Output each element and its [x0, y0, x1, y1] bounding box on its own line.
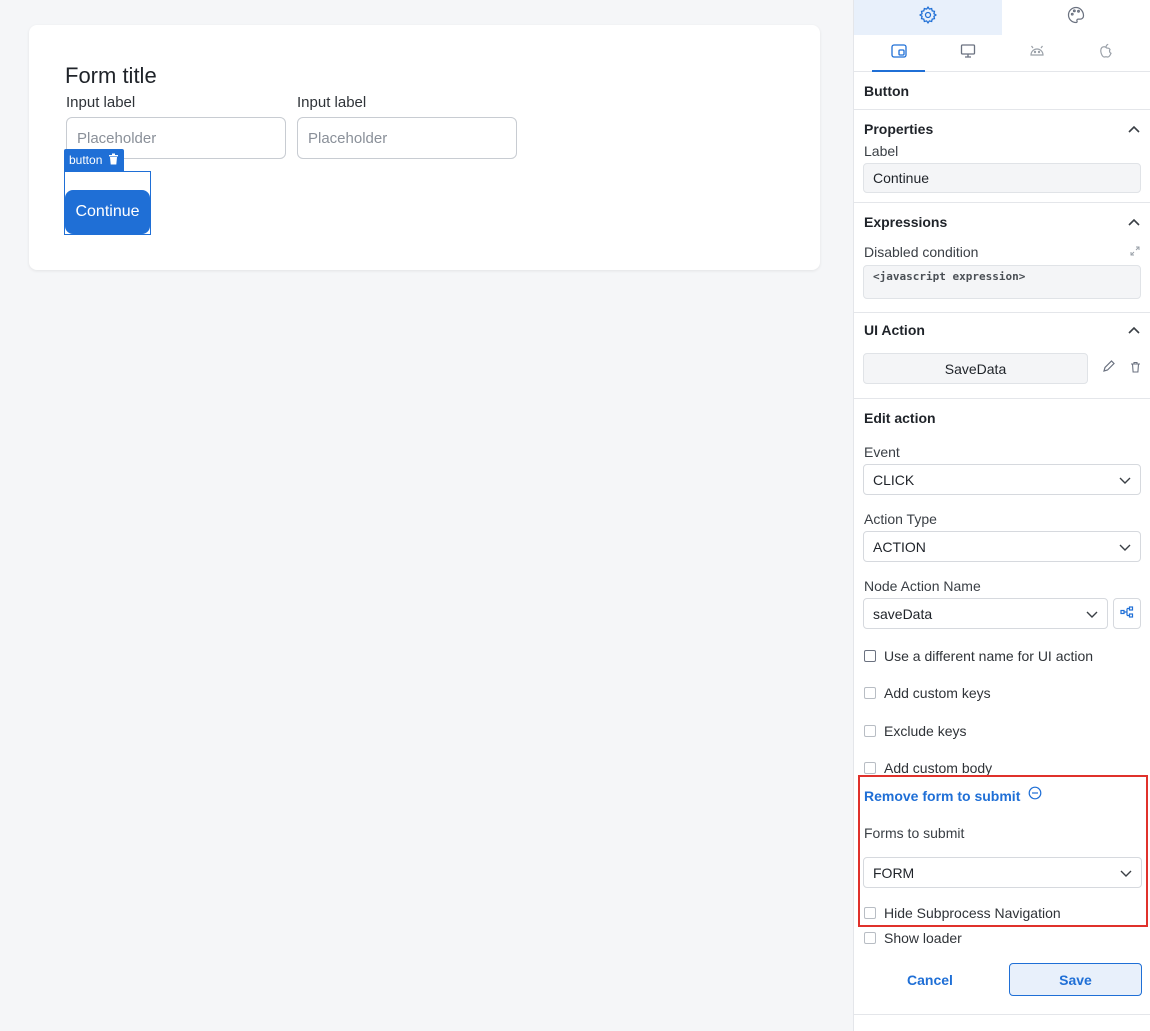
palette-icon	[1066, 5, 1086, 30]
expressions-section-header[interactable]: Expressions	[854, 203, 1150, 240]
apple-icon	[1099, 43, 1113, 64]
selection-tag-label: button	[69, 153, 103, 167]
desktop-icon	[960, 43, 976, 63]
node-action-caption: Node Action Name	[864, 578, 981, 594]
tab-platform-android[interactable]	[1002, 35, 1071, 71]
label-input[interactable]: Continue	[863, 163, 1141, 193]
expand-icon[interactable]	[1130, 243, 1140, 261]
properties-sidebar: Button Properties Label Continue Express…	[853, 0, 1150, 1031]
section-title: Properties	[864, 120, 934, 137]
remove-form-label: Remove form to submit	[864, 787, 1021, 804]
edit-icon[interactable]	[1102, 359, 1116, 378]
selection-tag: button	[64, 149, 125, 171]
chevron-down-icon	[1119, 472, 1131, 488]
input-label: Input label	[66, 94, 136, 111]
chevron-up-icon[interactable]	[1128, 215, 1140, 229]
save-button[interactable]: Save	[1009, 963, 1142, 996]
checkbox[interactable]	[864, 687, 876, 699]
checkbox[interactable]	[864, 762, 876, 774]
tab-platform-ios[interactable]	[1071, 35, 1140, 71]
checkbox-label: Hide Subprocess Navigation	[884, 905, 1061, 921]
process-tree-button[interactable]	[1113, 598, 1141, 629]
chevron-down-icon	[1119, 539, 1131, 555]
form-card: Form title Input label Placeholder Input…	[29, 25, 820, 270]
checkbox-show-loader[interactable]: Show loader	[854, 928, 972, 948]
checkbox-different-name[interactable]: Use a different name for UI action	[854, 646, 1150, 666]
remove-form-link[interactable]: Remove form to submit	[864, 786, 1042, 805]
trash-icon[interactable]	[108, 153, 119, 168]
checkbox-label: Add custom body	[884, 760, 993, 776]
disabled-condition-caption: Disabled condition	[864, 244, 979, 260]
ui-action-item[interactable]: SaveData	[863, 353, 1088, 384]
label-caption: Label	[864, 143, 899, 159]
checkbox-label: Use a different name for UI action	[884, 648, 1094, 664]
tablet-icon	[890, 43, 907, 63]
checkbox[interactable]	[864, 650, 876, 662]
tab-styles[interactable]	[1002, 0, 1150, 35]
action-type-select[interactable]: ACTION	[863, 531, 1141, 562]
continue-button[interactable]: Continue	[65, 190, 150, 234]
section-title: UI Action	[864, 322, 925, 338]
event-caption: Event	[864, 444, 900, 460]
checkbox[interactable]	[864, 907, 876, 919]
checkbox[interactable]	[864, 932, 876, 944]
event-value: CLICK	[873, 471, 915, 488]
action-type-value: ACTION	[873, 538, 926, 555]
action-type-caption: Action Type	[864, 511, 937, 527]
checkbox[interactable]	[864, 725, 876, 737]
chevron-up-icon[interactable]	[1128, 323, 1140, 337]
checkbox-custom-keys[interactable]: Add custom keys	[854, 683, 1150, 703]
cancel-button[interactable]: Cancel	[863, 964, 997, 996]
disabled-condition-input[interactable]: <javascript expression>	[863, 265, 1141, 299]
form-title: Form title	[65, 63, 157, 88]
forms-value: FORM	[873, 864, 915, 881]
properties-section-header[interactable]: Properties	[854, 110, 1150, 147]
form-field: Input label Placeholder	[297, 94, 517, 159]
gear-icon	[918, 5, 938, 30]
forms-select[interactable]: FORM	[863, 857, 1142, 888]
input-label: Input label	[297, 94, 367, 111]
tab-settings[interactable]	[854, 0, 1002, 35]
node-action-select[interactable]: saveData	[863, 598, 1108, 629]
ui-action-section-header[interactable]: UI Action	[854, 313, 1150, 347]
edit-action-title: Edit action	[864, 410, 936, 426]
checkbox-label: Exclude keys	[884, 723, 967, 739]
tab-platform-desktop[interactable]	[933, 35, 1002, 71]
chevron-up-icon[interactable]	[1128, 122, 1140, 136]
event-select[interactable]: CLICK	[863, 464, 1141, 495]
checkbox-exclude-keys[interactable]: Exclude keys	[854, 721, 1150, 741]
process-tree-icon	[1120, 605, 1134, 623]
checkbox-label: Show loader	[884, 930, 962, 946]
trash-icon[interactable]	[1130, 360, 1141, 378]
node-action-value: saveData	[873, 605, 933, 622]
chevron-down-icon	[1086, 606, 1098, 622]
chevron-down-icon	[1120, 865, 1132, 881]
forms-caption: Forms to submit	[864, 825, 965, 841]
component-name: Button	[854, 72, 1150, 110]
text-input[interactable]: Placeholder	[297, 117, 517, 159]
divider	[854, 1014, 1150, 1015]
form-canvas: Form title Input label Placeholder Input…	[0, 0, 853, 1031]
minus-circle-icon	[1028, 786, 1042, 805]
section-title: Expressions	[864, 213, 948, 230]
android-icon	[1029, 44, 1045, 63]
tab-platform-tablet[interactable]	[864, 35, 933, 72]
checkbox-label: Add custom keys	[884, 685, 991, 701]
checkbox-hide-subprocess[interactable]: Hide Subprocess Navigation	[854, 903, 1071, 923]
